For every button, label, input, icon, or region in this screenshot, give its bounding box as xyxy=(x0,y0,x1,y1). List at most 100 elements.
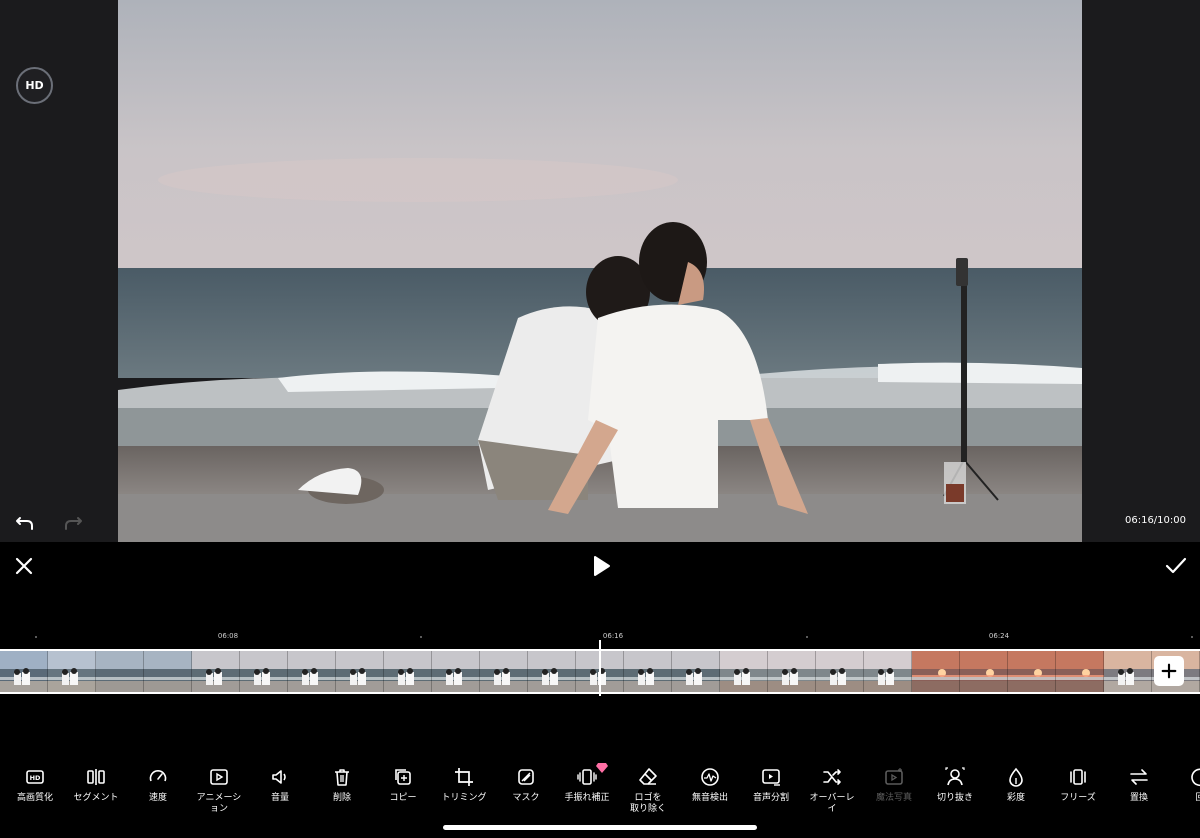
silence-detect-icon xyxy=(699,766,721,788)
crop-icon xyxy=(453,766,475,788)
ruler-label: 06:16 xyxy=(602,632,624,640)
filmstrip-frame xyxy=(864,651,912,692)
speed-icon xyxy=(147,766,169,788)
tool-overlay[interactable]: オーバーレ イ xyxy=(800,766,864,815)
tool-copy[interactable]: コピー xyxy=(371,766,435,804)
tool-label: セグメント xyxy=(73,793,119,803)
tool-label: 彩度 xyxy=(1006,793,1025,803)
ruler-tick xyxy=(35,636,37,638)
check-icon[interactable] xyxy=(1164,556,1188,576)
split-icon xyxy=(85,766,107,788)
tool-magic-photo[interactable]: 魔法写真 xyxy=(862,766,926,804)
trash-icon xyxy=(331,766,353,788)
filmstrip-frame xyxy=(48,651,96,692)
tool-label: 手振れ補正 xyxy=(564,793,610,803)
tool-label: マスク xyxy=(512,793,540,803)
copy-icon xyxy=(392,766,414,788)
replace-icon xyxy=(1128,766,1150,788)
tool-label: 音声分割 xyxy=(752,793,789,803)
preview-area: HD 06:16/10:00 xyxy=(0,0,1200,542)
filmstrip-frame xyxy=(1104,651,1152,692)
tool-cutout[interactable]: 切り抜き xyxy=(923,766,987,804)
filmstrip-frame xyxy=(240,651,288,692)
filmstrip-frame xyxy=(96,651,144,692)
home-indicator[interactable] xyxy=(443,825,757,830)
saturation-icon xyxy=(1005,766,1027,788)
filmstrip-frame xyxy=(720,651,768,692)
tool-crop[interactable]: トリミング xyxy=(432,766,496,804)
filmstrip-frame xyxy=(1056,651,1104,692)
tool-label: 無音検出 xyxy=(691,793,728,803)
magic-photo-icon xyxy=(883,766,905,788)
rotate-icon xyxy=(1189,766,1200,788)
stabilize-icon xyxy=(576,766,598,788)
cutout-icon xyxy=(944,766,966,788)
filmstrip-frame xyxy=(336,651,384,692)
tool-label: フリーズ xyxy=(1060,793,1096,803)
tool-label: 音量 xyxy=(270,793,289,803)
diamond-icon xyxy=(596,758,608,773)
tool-speed[interactable]: 速度 xyxy=(126,766,190,804)
tool-volume[interactable]: 音量 xyxy=(248,766,312,804)
tool-rotate[interactable]: 回 xyxy=(1168,766,1200,804)
svg-text:HD: HD xyxy=(30,774,41,782)
filmstrip-frame xyxy=(0,651,48,692)
tool-mask[interactable]: マスク xyxy=(494,766,558,804)
beach-scene-image xyxy=(118,0,1082,542)
filmstrip-frame xyxy=(1008,651,1056,692)
play-icon[interactable] xyxy=(590,554,612,578)
ruler-label: 06:08 xyxy=(217,632,239,640)
redo-icon[interactable] xyxy=(62,510,84,532)
tool-saturation[interactable]: 彩度 xyxy=(984,766,1048,804)
tool-split[interactable]: セグメント xyxy=(64,766,128,804)
filmstrip-frame xyxy=(672,651,720,692)
close-icon[interactable] xyxy=(14,556,34,576)
tool-label: 速度 xyxy=(148,793,167,803)
mask-icon xyxy=(515,766,537,788)
tool-silence-detect[interactable]: 無音検出 xyxy=(678,766,742,804)
video-preview[interactable] xyxy=(118,0,1082,542)
tool-label: 切り抜き xyxy=(936,793,973,803)
edit-toolbar: HD 高画質化 セグメント 速度 アニメーシ ョン 音量 削除 コピー トリミング マスク 手振れ補… xyxy=(0,766,1200,826)
tool-label: 置換 xyxy=(1129,793,1148,803)
tool-hd[interactable]: HD 高画質化 xyxy=(3,766,67,804)
tool-label: 魔法写真 xyxy=(875,793,912,803)
audio-split-icon xyxy=(760,766,782,788)
hd-badge-icon[interactable]: HD xyxy=(16,67,53,104)
filmstrip-frame xyxy=(816,651,864,692)
plus-icon[interactable] xyxy=(1154,656,1184,686)
undo-icon[interactable] xyxy=(14,510,36,532)
tool-freeze[interactable]: フリーズ xyxy=(1046,766,1110,804)
filmstrip-frame xyxy=(624,651,672,692)
filmstrip-frame xyxy=(960,651,1008,692)
ruler-label: 06:24 xyxy=(988,632,1010,640)
filmstrip-frame xyxy=(288,651,336,692)
tool-audio-split[interactable]: 音声分割 xyxy=(739,766,803,804)
filmstrip-frame xyxy=(768,651,816,692)
filmstrip-frame xyxy=(432,651,480,692)
tool-animation[interactable]: アニメーシ ョン xyxy=(187,766,251,815)
ruler-tick xyxy=(806,636,808,638)
tool-label: アニメーシ ョン xyxy=(196,793,242,814)
freeze-icon xyxy=(1067,766,1089,788)
eraser-icon xyxy=(637,766,659,788)
tool-label: トリミング xyxy=(441,793,487,803)
filmstrip-frame xyxy=(192,651,240,692)
tool-eraser[interactable]: ロゴを 取り除く xyxy=(616,766,680,815)
playhead[interactable] xyxy=(599,640,601,696)
tool-stabilize[interactable]: 手振れ補正 xyxy=(555,766,619,804)
timecode: 06:16/10:00 xyxy=(1124,515,1186,526)
ruler-tick xyxy=(1191,636,1193,638)
tool-label: コピー xyxy=(389,793,417,803)
volume-icon xyxy=(269,766,291,788)
filmstrip-frame xyxy=(912,651,960,692)
ruler-tick xyxy=(420,636,422,638)
overlay-icon xyxy=(821,766,843,788)
tool-label: オーバーレ イ xyxy=(809,793,855,814)
tool-replace[interactable]: 置換 xyxy=(1107,766,1171,804)
filmstrip-frame xyxy=(384,651,432,692)
filmstrip-frame xyxy=(480,651,528,692)
hd-badge-label: HD xyxy=(25,79,44,92)
tool-label: 削除 xyxy=(332,793,351,803)
tool-trash[interactable]: 削除 xyxy=(310,766,374,804)
